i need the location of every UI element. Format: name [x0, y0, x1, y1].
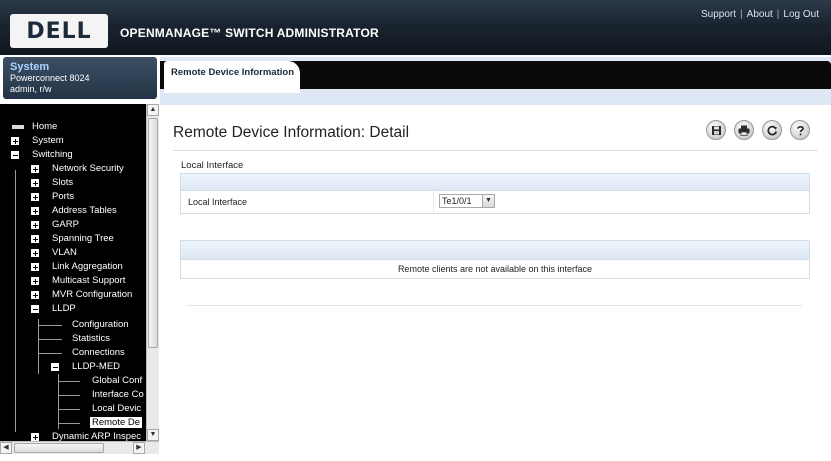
local-interface-panel: Local Interface Te1/0/1 ▼ [180, 173, 810, 214]
remote-clients-message: Remote clients are not available on this… [397, 264, 593, 274]
expand-icon[interactable] [31, 235, 39, 243]
help-icon[interactable] [790, 120, 810, 140]
scroll-up-arrow-icon[interactable]: ▲ [147, 104, 159, 116]
collapse-icon[interactable] [51, 363, 59, 371]
collapse-icon[interactable] [11, 151, 19, 159]
print-icon[interactable] [734, 120, 754, 140]
top-banner: DELL OPENMANAGE™ SWITCH ADMINISTRATOR Su… [0, 0, 831, 55]
tree-item-slots[interactable]: Slots [0, 176, 73, 190]
expand-icon[interactable] [31, 277, 39, 285]
tree-item-lldp-configuration[interactable]: Configuration [0, 318, 129, 332]
title-divider [173, 150, 818, 151]
refresh-icon[interactable] [762, 120, 782, 140]
main-content: Remote Device Information Remote Device … [160, 57, 831, 461]
tree-item-lldp-statistics[interactable]: Statistics [0, 332, 110, 346]
tree-item-lldp-med[interactable]: LLDP-MED [0, 360, 120, 374]
content-divider [187, 305, 802, 306]
print-glyph [738, 125, 750, 136]
chevron-down-icon[interactable]: ▼ [482, 195, 494, 207]
tree-item-system[interactable]: System [0, 134, 64, 148]
tree-item-spanning-tree[interactable]: Spanning Tree [0, 232, 114, 246]
expand-icon[interactable] [31, 221, 39, 229]
tree-item-switching[interactable]: Switching [0, 148, 73, 162]
tree-item-lldp-connections[interactable]: Connections [0, 346, 125, 360]
collapse-icon[interactable] [31, 305, 39, 313]
tree-item-vlan[interactable]: VLAN [0, 246, 77, 260]
expand-icon[interactable] [31, 263, 39, 271]
support-link[interactable]: Support [701, 9, 736, 20]
expand-icon[interactable] [11, 137, 19, 145]
tree-item-remote-device[interactable]: Remote De [0, 416, 143, 430]
tab-bar: Remote Device Information [160, 57, 831, 105]
local-interface-section-title: Local Interface [181, 160, 244, 171]
expand-icon[interactable] [31, 291, 39, 299]
system-model: Powerconnect 8024 [10, 73, 90, 83]
tree-horizontal-scrollbar[interactable]: ◀ ▶ [0, 441, 159, 454]
navigation-tree: Home System Switching Network Security S… [0, 104, 159, 453]
about-link[interactable]: About [747, 9, 773, 20]
scroll-right-arrow-icon[interactable]: ▶ [133, 442, 145, 454]
tree-vertical-scrollbar[interactable]: ▲ ▼ [146, 104, 159, 441]
link-separator: | [740, 9, 743, 20]
expand-icon[interactable] [31, 249, 39, 257]
local-interface-row: Local Interface Te1/0/1 ▼ [181, 191, 809, 213]
scroll-thumb[interactable] [14, 443, 104, 453]
system-title[interactable]: System [10, 61, 150, 73]
tree-item-ports[interactable]: Ports [0, 190, 74, 204]
product-title: OPENMANAGE™ SWITCH ADMINISTRATOR [120, 26, 379, 40]
tab-remote-device-information[interactable]: Remote Device Information [164, 61, 300, 93]
scroll-thumb[interactable] [148, 118, 158, 348]
expand-icon[interactable] [31, 179, 39, 187]
local-interface-select[interactable]: Te1/0/1 ▼ [439, 194, 495, 208]
panel-header [181, 174, 809, 191]
scroll-left-arrow-icon[interactable]: ◀ [0, 442, 12, 454]
help-glyph [796, 125, 804, 135]
refresh-glyph [766, 125, 777, 135]
local-interface-value: Te1/0/1 [442, 196, 472, 206]
scroll-down-arrow-icon[interactable]: ▼ [147, 429, 159, 441]
logout-link[interactable]: Log Out [783, 9, 819, 20]
tree-item-mvr-configuration[interactable]: MVR Configuration [0, 288, 132, 302]
header-links: Support | About | Log Out [701, 9, 819, 20]
tree-item-link-aggregation[interactable]: Link Aggregation [0, 260, 123, 274]
remote-clients-panel: Remote clients are not available on this… [180, 240, 810, 279]
tree-item-home[interactable]: Home [0, 120, 57, 134]
panel-header [181, 241, 809, 260]
page-title: Remote Device Information: Detail [173, 124, 410, 141]
expand-icon[interactable] [31, 433, 39, 441]
tree-item-multicast-support[interactable]: Multicast Support [0, 274, 125, 288]
system-info-box: System Powerconnect 8024 admin, r/w [3, 57, 157, 99]
expand-icon[interactable] [31, 165, 39, 173]
link-separator: | [776, 9, 780, 20]
save-icon[interactable] [706, 120, 726, 140]
column-divider [433, 191, 434, 213]
expand-icon[interactable] [31, 207, 39, 215]
tree-item-local-device[interactable]: Local Devic [0, 402, 141, 416]
system-user: admin, r/w [10, 84, 52, 94]
tree-item-interface-configuration[interactable]: Interface Co [0, 388, 144, 402]
local-interface-label: Local Interface [188, 197, 248, 207]
save-glyph [711, 125, 721, 135]
tree-item-global-configuration[interactable]: Global Conf [0, 374, 142, 388]
tree-item-address-tables[interactable]: Address Tables [0, 204, 117, 218]
expand-icon[interactable] [31, 193, 39, 201]
tree-item-lldp[interactable]: LLDP [0, 302, 76, 316]
tree-item-network-security[interactable]: Network Security [0, 162, 124, 176]
home-icon [12, 125, 24, 129]
tree-item-garp[interactable]: GARP [0, 218, 79, 232]
dell-logo: DELL [10, 14, 108, 48]
